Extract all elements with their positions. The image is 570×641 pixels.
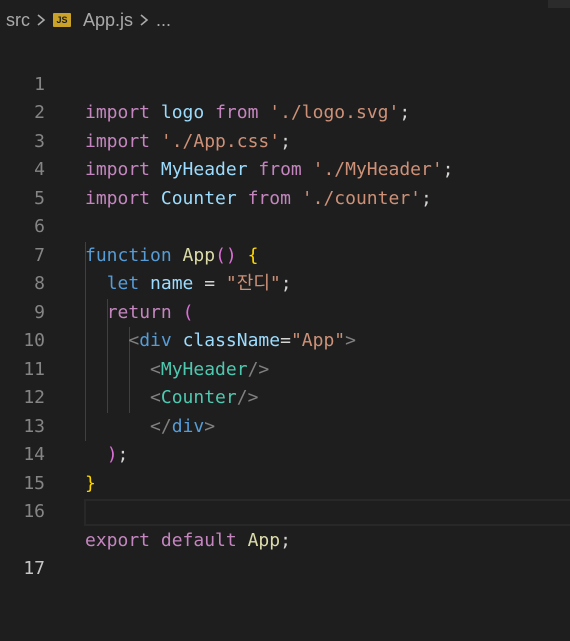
code-line: 8 return ( xyxy=(0,242,570,323)
breadcrumb-file[interactable]: App.js xyxy=(83,10,133,31)
code-line: 15 xyxy=(0,441,570,494)
code-text: export default App; xyxy=(85,527,291,556)
function-name-token: App xyxy=(247,529,281,551)
code-line: 1 import logo from './logo.svg'; xyxy=(0,42,570,124)
code-line: 16 export default App; xyxy=(0,470,570,551)
code-line: 10 <MyHeader/> xyxy=(0,299,570,380)
code-line: 7 let name = "잔디"; xyxy=(0,213,570,295)
code-line: 6 function App() { xyxy=(0,185,570,266)
chevron-right-icon xyxy=(36,13,46,27)
breadcrumb-symbol-more[interactable]: ... xyxy=(156,10,171,31)
code-line: 13 ); xyxy=(0,384,570,466)
chevron-right-icon xyxy=(139,13,149,27)
code-line-current[interactable]: 17 xyxy=(0,498,570,579)
code-line: 2 import './App.css'; xyxy=(0,71,570,152)
current-line-highlight xyxy=(84,499,570,526)
code-line: 4 import Counter from './counter'; xyxy=(0,128,570,209)
code-editor[interactable]: 1 import logo from './logo.svg'; 2 impor… xyxy=(0,42,570,579)
scrollbar[interactable] xyxy=(548,0,570,8)
keyword-token: export xyxy=(85,529,151,551)
breadcrumb-folder[interactable]: src xyxy=(6,10,30,31)
code-line: 9 <div className="App"> xyxy=(0,270,570,352)
code-line: 5 xyxy=(0,156,570,209)
javascript-file-icon: JS xyxy=(53,13,71,27)
code-line: 3 import MyHeader from './MyHeader'; xyxy=(0,99,570,181)
code-line: 14 } xyxy=(0,413,570,494)
code-line: 12 </div> xyxy=(0,356,570,437)
breadcrumb: src JS App.js ... xyxy=(0,0,570,40)
line-number: 17 xyxy=(23,558,45,579)
code-line: 11 <Counter/> xyxy=(0,327,570,409)
punctuation-token: ; xyxy=(280,529,291,551)
keyword-token: default xyxy=(160,529,237,551)
